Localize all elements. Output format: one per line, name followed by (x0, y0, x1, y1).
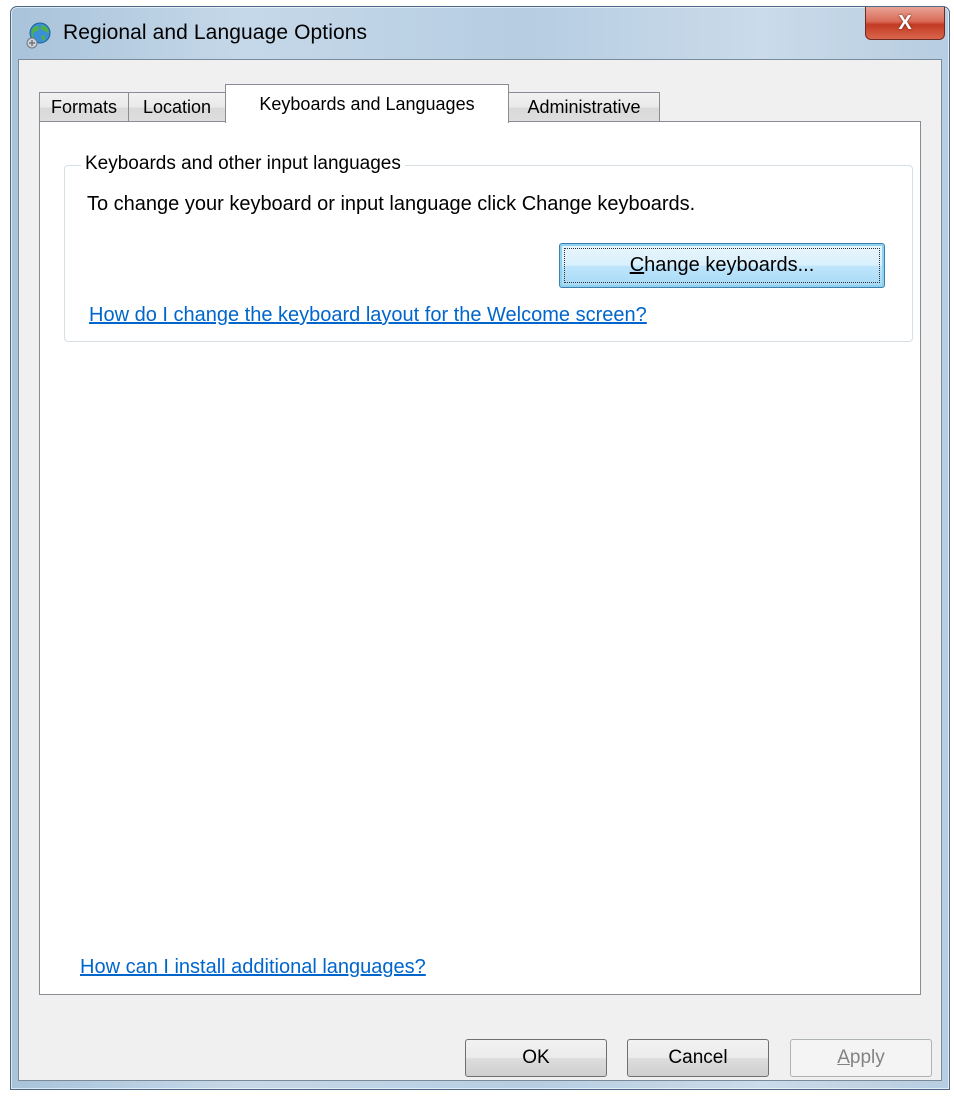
apply-button-label: Apply (837, 1047, 885, 1069)
tab-administrative[interactable]: Administrative (508, 92, 660, 122)
tab-location-label: Location (142, 97, 212, 117)
cancel-button-label: Cancel (668, 1047, 728, 1068)
tab-keyboards-and-languages[interactable]: Keyboards and Languages (225, 84, 509, 123)
cancel-button[interactable]: Cancel (627, 1039, 769, 1077)
dialog-window: Regional and Language Options X Formats … (10, 6, 950, 1090)
change-keyboards-button[interactable]: Change keyboards... (559, 243, 885, 288)
keyboards-tab-panel: Keyboards and other input languages To c… (39, 121, 921, 995)
welcome-screen-keyboard-link[interactable]: How do I change the keyboard layout for … (89, 304, 647, 327)
close-icon: X (898, 11, 912, 34)
ok-button-label: OK (522, 1047, 550, 1068)
tab-administrative-label: Administrative (527, 97, 641, 117)
apply-button[interactable]: Apply (790, 1039, 932, 1077)
tab-location[interactable]: Location (128, 92, 226, 122)
keyboards-groupbox: Keyboards and other input languages To c… (64, 153, 913, 342)
globe-icon (25, 21, 53, 49)
tab-formats[interactable]: Formats (39, 92, 129, 122)
tab-formats-label: Formats (50, 97, 117, 117)
tab-keyboards-label: Keyboards and Languages (259, 93, 475, 114)
groupbox-legend: Keyboards and other input languages (81, 153, 405, 175)
focus-rectangle (564, 248, 880, 283)
window-title: Regional and Language Options (63, 21, 368, 44)
dialog-button-bar: OK Cancel Apply (19, 995, 941, 1080)
close-button[interactable]: X (865, 7, 945, 40)
groupbox-description: To change your keyboard or input languag… (87, 193, 696, 215)
apply-label-rest: pply (849, 1047, 885, 1068)
apply-mnemonic: A (837, 1047, 850, 1068)
ok-button[interactable]: OK (465, 1039, 607, 1077)
dialog-client-area: Formats Location Keyboards and Languages… (18, 59, 942, 1081)
title-bar[interactable]: Regional and Language Options X (11, 7, 949, 59)
install-languages-link[interactable]: How can I install additional languages? (80, 956, 426, 979)
